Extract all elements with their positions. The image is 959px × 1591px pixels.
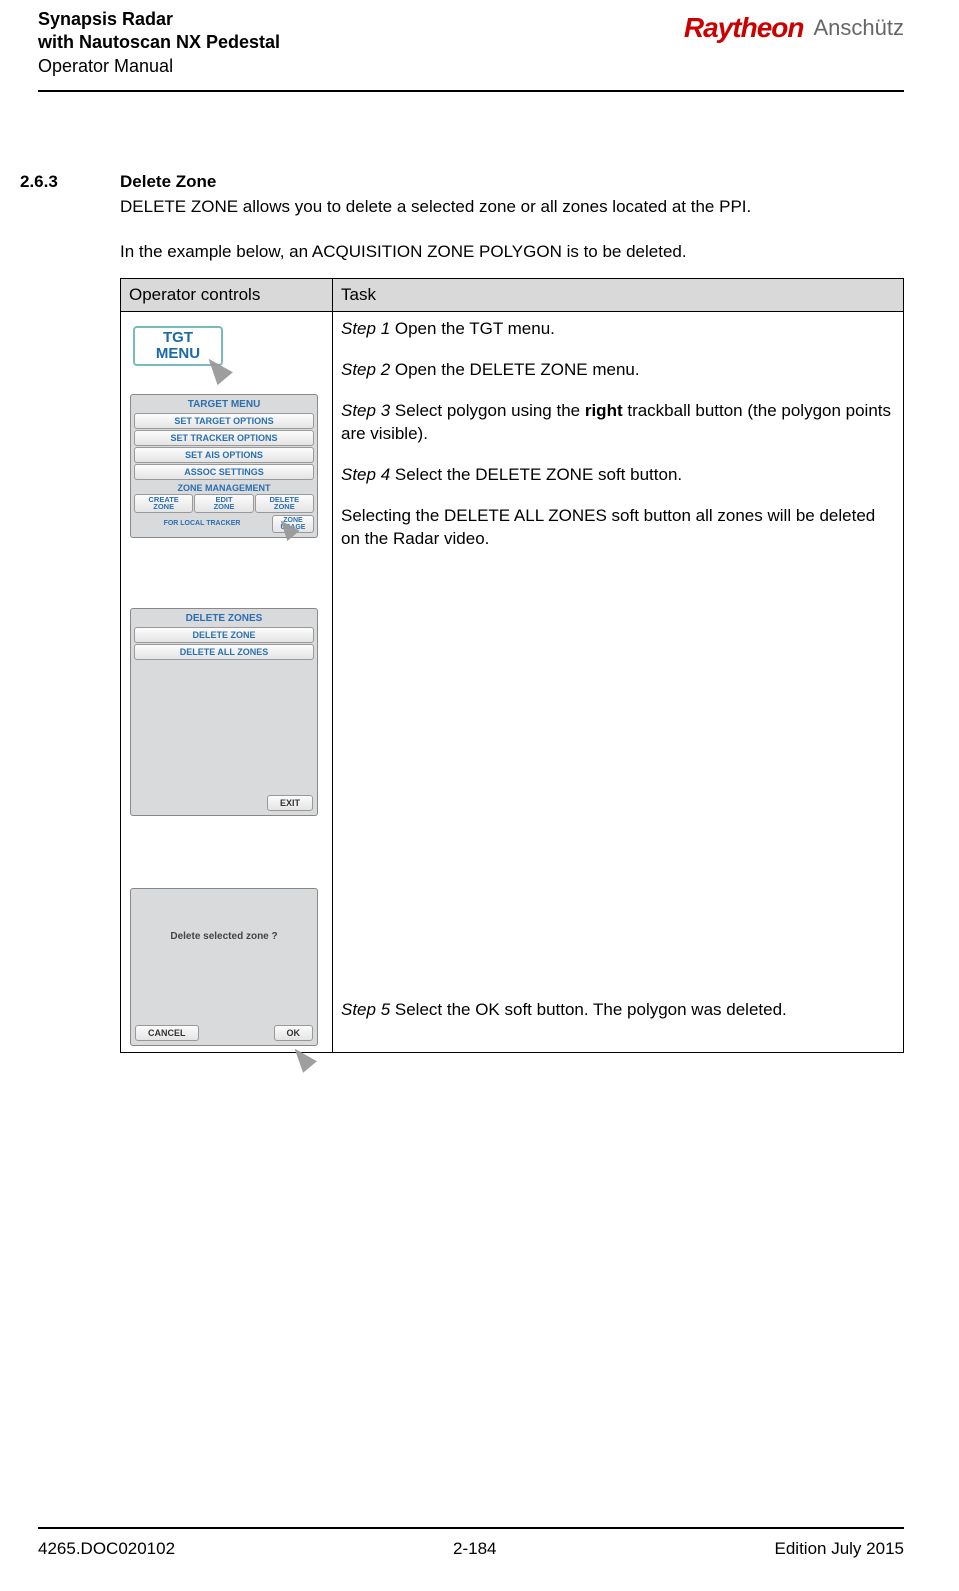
step-3-label: Step 3 <box>341 401 390 420</box>
td-task: Step 1 Open the TGT menu. Step 2 Open th… <box>333 312 904 1053</box>
step-3: Step 3 Select polygon using the right tr… <box>341 400 895 446</box>
step-4-text: Select the DELETE ZONE soft button. <box>390 465 682 484</box>
delete-all-zones-soft-button[interactable]: DELETE ALL ZONES <box>134 644 314 660</box>
delete-zone-soft-button[interactable]: DELETE ZONE <box>134 627 314 643</box>
delete-zone-button[interactable]: DELETE ZONE <box>255 494 314 513</box>
th-task: Task <box>333 279 904 312</box>
exit-button[interactable]: EXIT <box>267 795 313 811</box>
delete-zones-title: DELETE ZONES <box>134 611 314 626</box>
page-footer: 4265.DOC020102 2-184 Edition July 2015 <box>38 1527 904 1559</box>
footer-edition: Edition July 2015 <box>775 1539 904 1559</box>
header-line1: Synapsis Radar <box>38 8 280 31</box>
cancel-button[interactable]: CANCEL <box>135 1025 199 1041</box>
section-title: Delete Zone <box>120 172 216 192</box>
step-5-label: Step 5 <box>341 1000 390 1019</box>
step-5: Step 5 Select the OK soft button. The po… <box>341 999 895 1022</box>
set-target-options-button[interactable]: SET TARGET OPTIONS <box>134 413 314 429</box>
step-3-bold: right <box>585 401 623 420</box>
tgt-line2: MENU <box>141 346 215 362</box>
logo: Raytheon Anschütz <box>684 8 904 44</box>
section-para2: In the example below, an ACQUISITION ZON… <box>120 241 904 264</box>
header-line3: Operator Manual <box>38 55 280 78</box>
logo-raytheon: Raytheon <box>684 12 804 44</box>
tgt-line1: TGT <box>141 330 215 346</box>
note-delete-all: Selecting the DELETE ALL ZONES soft butt… <box>341 505 895 551</box>
for-local-tracker-label: FOR LOCAL TRACKER <box>134 520 270 527</box>
step-4: Step 4 Select the DELETE ZONE soft butto… <box>341 464 895 487</box>
edit-zone-button[interactable]: EDIT ZONE <box>194 494 253 513</box>
step-2-text: Open the DELETE ZONE menu. <box>390 360 639 379</box>
set-ais-options-button[interactable]: SET AIS OPTIONS <box>134 447 314 463</box>
footer-page: 2-184 <box>453 1539 496 1559</box>
step-1-label: Step 1 <box>341 319 390 338</box>
panel-title-target-menu: TARGET MENU <box>134 397 314 412</box>
cursor-icon <box>288 1037 325 1074</box>
step-1-text: Open the TGT menu. <box>390 319 555 338</box>
footer-docid: 4265.DOC020102 <box>38 1539 175 1559</box>
header-line2: with Nautoscan NX Pedestal <box>38 31 280 54</box>
td-operator-controls: TGT MENU TARGET MENU SET TARGET OPTIONS … <box>121 312 333 1053</box>
doc-header-left: Synapsis Radar with Nautoscan NX Pedesta… <box>38 8 280 78</box>
confirm-question: Delete selected zone ? <box>134 891 314 942</box>
procedure-table: Operator controls Task TGT MENU <box>120 278 904 1053</box>
th-operator-controls: Operator controls <box>121 279 333 312</box>
create-zone-button[interactable]: CREATE ZONE <box>134 494 193 513</box>
step-2: Step 2 Open the DELETE ZONE menu. <box>341 359 895 382</box>
step-3-pre: Select polygon using the <box>390 401 585 420</box>
confirm-dialog: Delete selected zone ? CANCEL OK <box>130 888 318 1046</box>
set-tracker-options-button[interactable]: SET TRACKER OPTIONS <box>134 430 314 446</box>
step-5-text: Select the OK soft button. The polygon w… <box>390 1000 787 1019</box>
step-2-label: Step 2 <box>341 360 390 379</box>
assoc-settings-button[interactable]: ASSOC SETTINGS <box>134 464 314 480</box>
step-1: Step 1 Open the TGT menu. <box>341 318 895 341</box>
logo-anschutz: Anschütz <box>814 15 905 41</box>
zone-management-label: ZONE MANAGEMENT <box>134 481 314 494</box>
step-4-label: Step 4 <box>341 465 390 484</box>
section-number: 2.6.3 <box>20 172 120 192</box>
delete-zones-panel: DELETE ZONES DELETE ZONE DELETE ALL ZONE… <box>130 608 318 816</box>
section-para1: DELETE ZONE allows you to delete a selec… <box>120 196 904 219</box>
